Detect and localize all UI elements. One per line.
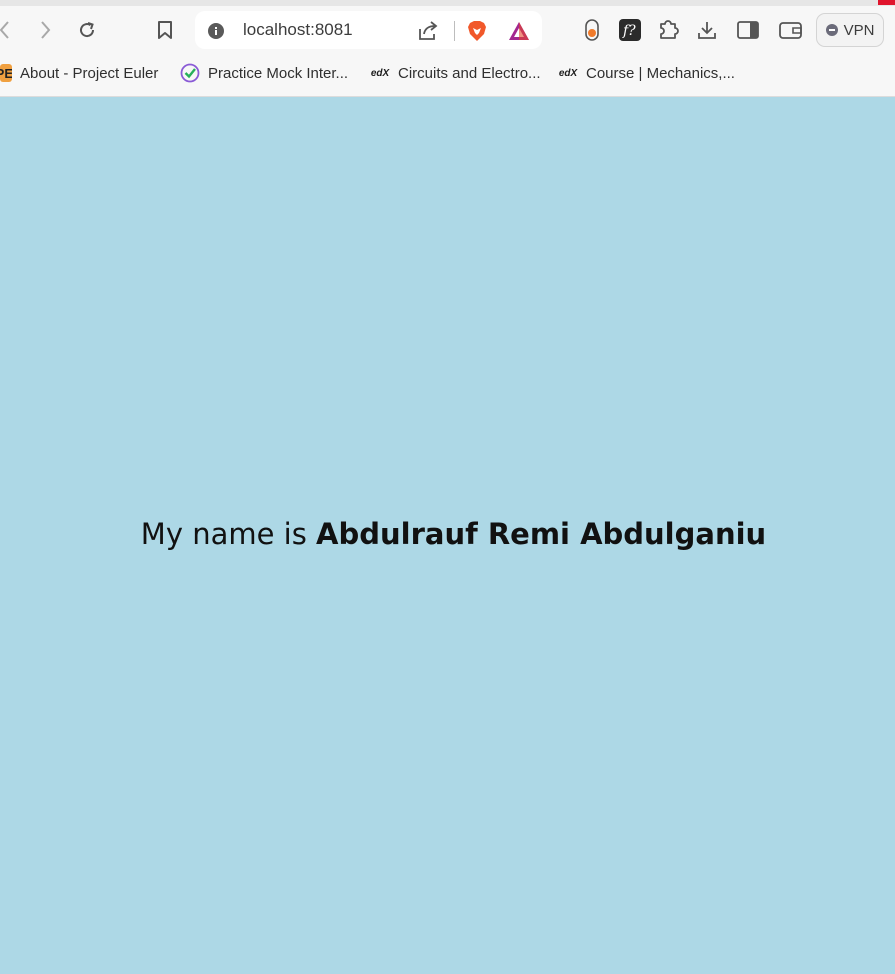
extensions-button[interactable]: [655, 18, 681, 42]
browser-toolbar: localhost:8081 f? VPN: [0, 6, 895, 54]
address-bar[interactable]: localhost:8081: [195, 11, 542, 49]
url-text[interactable]: localhost:8081: [243, 20, 353, 40]
brave-rewards-button[interactable]: [507, 19, 531, 43]
svg-text:f?: f?: [622, 23, 636, 39]
bookmark-label: Circuits and Electro...: [398, 64, 541, 82]
vpn-button[interactable]: VPN: [816, 13, 884, 47]
greeting-text: My name is Abdulrauf Remi Abdulganiu: [0, 517, 895, 551]
download-icon: [698, 22, 716, 39]
check-circle-icon: [180, 63, 200, 83]
sidebar-button[interactable]: [736, 18, 760, 42]
wallet-button[interactable]: [778, 18, 804, 42]
bookmark-circuits[interactable]: edX Circuits and Electro...: [370, 62, 541, 84]
edx-icon: edX: [558, 67, 578, 79]
share-button[interactable]: [416, 19, 440, 43]
bookmark-mechanics[interactable]: edX Course | Mechanics,...: [558, 62, 735, 84]
function-extension-icon: f?: [619, 19, 641, 41]
bookmark-project-euler[interactable]: PE About - Project Euler: [0, 62, 158, 84]
wallet-icon: [779, 22, 802, 39]
extension-button-2[interactable]: f?: [618, 18, 642, 42]
window-accent: [878, 0, 895, 5]
bookmark-page-button[interactable]: [153, 18, 177, 42]
share-icon: [419, 21, 438, 40]
back-button[interactable]: [0, 18, 14, 42]
page-content: My name is Abdulrauf Remi Abdulganiu: [0, 97, 895, 974]
downloads-button[interactable]: [695, 18, 719, 42]
edx-icon: edX: [370, 67, 390, 79]
bookmark-label: About - Project Euler: [20, 64, 159, 82]
site-info-icon[interactable]: [207, 22, 225, 40]
reload-button[interactable]: [75, 18, 99, 42]
omnibox-divider: [454, 21, 455, 41]
brave-shields-button[interactable]: [465, 19, 489, 43]
forward-button[interactable]: [34, 18, 58, 42]
project-euler-icon: PE: [0, 64, 12, 82]
rewards-triangle-icon: [509, 22, 529, 40]
bookmark-practice-mock[interactable]: Practice Mock Inter...: [180, 62, 348, 84]
bookmark-label: Practice Mock Inter...: [208, 64, 349, 82]
bookmark-label: Course | Mechanics,...: [586, 64, 735, 82]
bookmark-icon: [158, 21, 172, 39]
toggle-extension-icon: [585, 19, 599, 41]
sidebar-icon: [737, 21, 759, 39]
vpn-status-icon: [825, 24, 838, 36]
extension-button-1[interactable]: [580, 18, 604, 42]
chevron-right-icon: [41, 21, 51, 39]
chevron-left-icon: [0, 21, 9, 39]
person-name: Abdulrauf Remi Abdulganiu: [316, 517, 767, 551]
greeting-prefix: My name is: [140, 517, 317, 551]
reload-icon: [80, 22, 95, 38]
browser-window: localhost:8081 f? VPN E About - Project …: [0, 0, 895, 974]
brave-lion-icon: [468, 21, 486, 41]
bookmarks-bar: PE About - Project Euler Practice Mock I…: [0, 54, 895, 97]
vpn-label: VPN: [843, 21, 875, 39]
puzzle-icon: [660, 20, 679, 39]
